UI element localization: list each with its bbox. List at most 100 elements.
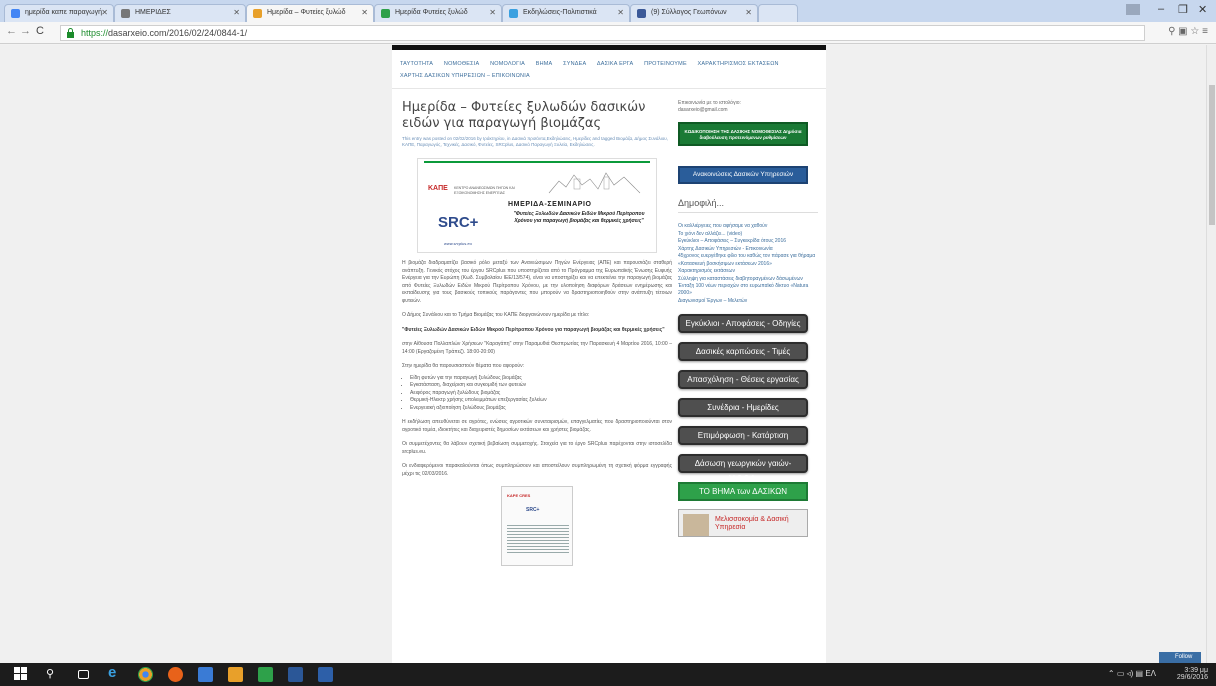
forward-icon[interactable]: → bbox=[20, 25, 31, 37]
paragraph: Στην ημερίδα θα παρουσιαστούν θέματα που… bbox=[402, 363, 524, 369]
announcements-button[interactable]: Ανακοινώσεις Δασικών Υπηρεσιών bbox=[678, 166, 808, 184]
search-icon[interactable]: ⚲ bbox=[46, 667, 61, 682]
kape-subtitle: ΚΕΝΤΡΟ ΑΝΑΝΕΩΣΙΜΩΝ ΠΗΓΩΝ ΚΑΙ ΕΞΟΙΚΟΝΟΜΗΣ… bbox=[454, 186, 515, 195]
paragraph: Ο Δήμος Συνάλιου και το Τμήμα Βιομάζας τ… bbox=[402, 312, 590, 318]
popular-link[interactable]: Το χιόνι δεν αλλάζει... (video) bbox=[678, 231, 818, 238]
close-tab-icon[interactable]: ✕ bbox=[361, 8, 368, 17]
popular-link[interactable]: 45χρονος ευεργέθηκε φίλο του καθώς τον π… bbox=[678, 253, 818, 260]
menu-item[interactable]: ΧΑΡΤΗΣ ΔΑΣΙΚΩΝ ΥΠΗΡΕΣΙΩΝ – ΕΠΙΚΟΙΝΩΝΙΑ bbox=[400, 73, 530, 79]
contact-label: Επικοινωνία με το ιστολόγιο: bbox=[678, 100, 741, 106]
app-icon[interactable] bbox=[318, 667, 333, 682]
popular-link[interactable]: Χάρτης Δασικών Υπηρεσιών - Επικοινωνία bbox=[678, 246, 818, 253]
edge-icon[interactable]: e bbox=[108, 664, 123, 681]
afforestation-button[interactable]: Δάσωση γεωργικών γαιών- Μ.2.2.1. bbox=[678, 453, 808, 483]
jobs-button[interactable]: Απασχόληση - Θέσεις εργασίας bbox=[678, 369, 808, 389]
browser-tab[interactable]: ΗΜΕΡΙΔΕΣ ✕ bbox=[114, 4, 246, 22]
menu-item[interactable]: ΣΥΝΔΕΑ bbox=[563, 61, 586, 67]
menu-item[interactable]: ΝΟΜΟΛΟΓΙΑ bbox=[490, 61, 525, 67]
browser-tab[interactable]: (9) Σύλλογος Γεωπόνων ✕ bbox=[630, 4, 758, 22]
popular-link[interactable]: Διαγωνισμοί Έργων – Μελετών bbox=[678, 298, 818, 305]
windows-start-icon[interactable] bbox=[14, 667, 29, 682]
contact-email[interactable]: dasarxeio@gmail.com bbox=[678, 107, 818, 114]
close-tab-icon[interactable]: ✕ bbox=[233, 8, 240, 17]
maximize-icon[interactable]: ❐ bbox=[1178, 3, 1188, 16]
new-tab-button[interactable] bbox=[758, 4, 798, 22]
menu-item[interactable]: ΤΑΥΤΟΤΗΤΑ bbox=[400, 61, 433, 67]
close-tab-icon[interactable]: ✕ bbox=[489, 8, 496, 17]
paragraph: Η εκδήλωση απευθύνεται σε αγρότες, ενώσε… bbox=[402, 419, 672, 433]
toolbar-icons[interactable]: ⚲ ▣ ☆ ≡ bbox=[1168, 26, 1208, 37]
task-view-icon[interactable] bbox=[78, 670, 89, 679]
page-icon bbox=[121, 9, 130, 18]
paragraph: στην Αίθουσα Πολλαπλών Χρήσεων "Καραγάπη… bbox=[402, 341, 672, 355]
close-tab-icon[interactable]: ✕ bbox=[101, 8, 108, 17]
beekeeping-banner[interactable]: Μελισσοκομία & Δασική Υπηρεσία bbox=[678, 508, 808, 537]
chrome-icon[interactable] bbox=[138, 667, 153, 682]
browser-tab[interactable]: Ημερίδα Φυτείες ξυλώδ ✕ bbox=[374, 4, 502, 22]
banner-subtitle: "Φυτείες Ξυλωδών Δασικών Ειδών Μικρού Πε… bbox=[513, 211, 645, 224]
minimize-icon[interactable]: – bbox=[1158, 3, 1164, 15]
address-bar[interactable]: https://dasarxeio.com/2016/02/24/0844-1/ bbox=[60, 25, 1145, 41]
close-tab-icon[interactable]: ✕ bbox=[745, 8, 752, 17]
training-button[interactable]: Επιμόρφωση - Κατάρτιση bbox=[678, 425, 808, 445]
beekeeping-label: Μελισσοκομία & Δασική Υπηρεσία bbox=[715, 515, 789, 531]
taskbar: ⚲ e ⌃ ▭ ◃) ▤ ΕΛ 3:39 μμ 29/6/2016 bbox=[0, 663, 1216, 686]
popular-link[interactable]: Οι καλλιέργειες που αφήσαμε να χαθούν bbox=[678, 223, 818, 230]
popular-link[interactable]: Εγκύκλιοι – Αποφάσεις – Συγκεκρίδα ότους… bbox=[678, 238, 818, 245]
system-tray-icons[interactable]: ⌃ ▭ ◃) ▤ ΕΛ bbox=[1108, 669, 1156, 678]
list-item: Αειφόρος παραγωγή ξυλώδους βιομάζας bbox=[410, 390, 672, 398]
folder-icon[interactable] bbox=[228, 667, 243, 682]
site-icon bbox=[253, 9, 262, 18]
popular-link[interactable]: «Κατασκευή βοσκήσιμων εκτάσεων 2016» bbox=[678, 261, 818, 268]
sidebar: Επικοινωνία με το ιστολόγιο: dasarxeio@g… bbox=[678, 100, 818, 537]
clock-time: 3:39 μμ bbox=[1184, 667, 1208, 674]
paragraph: "Φυτείες Ξυλωδών Δασικών Ειδών Μικρού Πε… bbox=[402, 326, 665, 333]
browser-tab-active[interactable]: Ημερίδα – Φυτείες ξυλώδ ✕ bbox=[246, 4, 374, 22]
post-content: Ημερίδα – Φυτείες ξυλωδών δασικών ειδών … bbox=[402, 100, 672, 566]
legislation-banner-button[interactable]: ΚΩΔΙΚΟΠΟΙΗΣΗ ΤΗΣ ΔΑΣΙΚΗΣ ΝΟΜΟΘΕΣΙΑΣ Δημό… bbox=[678, 122, 808, 146]
clock-date: 29/6/2016 bbox=[1176, 674, 1208, 681]
popular-link[interactable]: Χαρακτηρισμός εκτάσεων bbox=[678, 268, 818, 275]
site-container: ΤΑΥΤΟΤΗΤΑ ΝΟΜΟΘΕΣΙΑ ΝΟΜΟΛΟΓΙΑ ΒΗΜΑ ΣΥΝΔΕ… bbox=[392, 45, 826, 663]
doc-text-lines bbox=[507, 523, 569, 553]
tab-label: ΗΜΕΡΙΔΕΣ bbox=[135, 9, 171, 16]
url-scheme: https:// bbox=[81, 28, 109, 38]
document-thumbnail[interactable]: KAPE CRES SRC+ bbox=[501, 486, 573, 566]
banner-stripe bbox=[424, 161, 650, 163]
reload-icon[interactable]: C bbox=[36, 25, 44, 37]
tab-label: Ημερίδα – Φυτείες ξυλώδ bbox=[267, 9, 346, 16]
menu-item[interactable]: ΧΑΡΑΚΤΗΡΙΣΜΟΣ ΕΚΤΑΣΕΩΝ bbox=[698, 61, 779, 67]
close-tab-icon[interactable]: ✕ bbox=[617, 8, 624, 17]
browser-toolbar: ← → C https://dasarxeio.com/2016/02/24/0… bbox=[0, 22, 1216, 44]
clock[interactable]: 3:39 μμ 29/6/2016 bbox=[1177, 667, 1208, 681]
town-sketch-image bbox=[548, 172, 641, 194]
popular-link[interactable]: Ένταξη 100 νέων περιοχών στο ευρωπαϊκό δ… bbox=[678, 283, 818, 297]
circulars-button[interactable]: Εγκύκλιοι - Αποφάσεις - Οδηγίες bbox=[678, 313, 808, 333]
browser-tab[interactable]: Εκδηλώσεις-Πολιτιστικά ✕ bbox=[502, 4, 630, 22]
forest-products-button[interactable]: Δασικές καρπώσεις - Τιμές bbox=[678, 341, 808, 361]
browser-tab[interactable]: ημερίδα καπε παραγωγή ✕ bbox=[4, 4, 114, 22]
excel-icon[interactable] bbox=[258, 667, 273, 682]
menu-item[interactable]: ΔΑΣΙΚΑ ΕΡΓΑ bbox=[597, 61, 634, 67]
firefox-icon[interactable] bbox=[168, 667, 183, 682]
back-icon[interactable]: ← bbox=[6, 25, 17, 37]
menu-item[interactable]: ΝΟΜΟΘΕΣΙΑ bbox=[444, 61, 479, 67]
menu-item[interactable]: ΠΡΟΤΕΙΝΟΥΜΕ bbox=[644, 61, 687, 67]
scrollbar[interactable] bbox=[1206, 45, 1216, 663]
post-body: Η βιομάζα διαδραματίζει βασικό ρόλο μετα… bbox=[402, 260, 672, 566]
scrollbar-thumb[interactable] bbox=[1209, 85, 1215, 225]
word-icon[interactable] bbox=[288, 667, 303, 682]
tab-strip: ημερίδα καπε παραγωγή ✕ ΗΜΕΡΙΔΕΣ ✕ Ημερί… bbox=[0, 0, 1216, 22]
conferences-button[interactable]: Συνέδρια - Ημερίδες bbox=[678, 397, 808, 417]
popular-link[interactable]: Σύλληψη για καταστάσεις διαβητοραγμένων … bbox=[678, 276, 818, 283]
language-indicator[interactable]: ΕΛ bbox=[1145, 669, 1156, 678]
menu-item[interactable]: ΒΗΜΑ bbox=[536, 61, 553, 67]
list-item: Ενεργειακή αξιοποίηση ξυλώδους βιομάζας bbox=[410, 405, 672, 413]
store-icon[interactable] bbox=[198, 667, 213, 682]
vima-button[interactable]: ΤΟ ΒΗΜΑ των ΔΑΣΙΚΩΝ bbox=[678, 481, 808, 501]
follow-button[interactable]: Follow bbox=[1159, 652, 1201, 663]
close-window-icon[interactable]: ✕ bbox=[1198, 3, 1207, 16]
site-icon bbox=[381, 9, 390, 18]
doc-header: KAPE CRES bbox=[507, 493, 531, 498]
profile-icon[interactable] bbox=[1126, 4, 1140, 15]
